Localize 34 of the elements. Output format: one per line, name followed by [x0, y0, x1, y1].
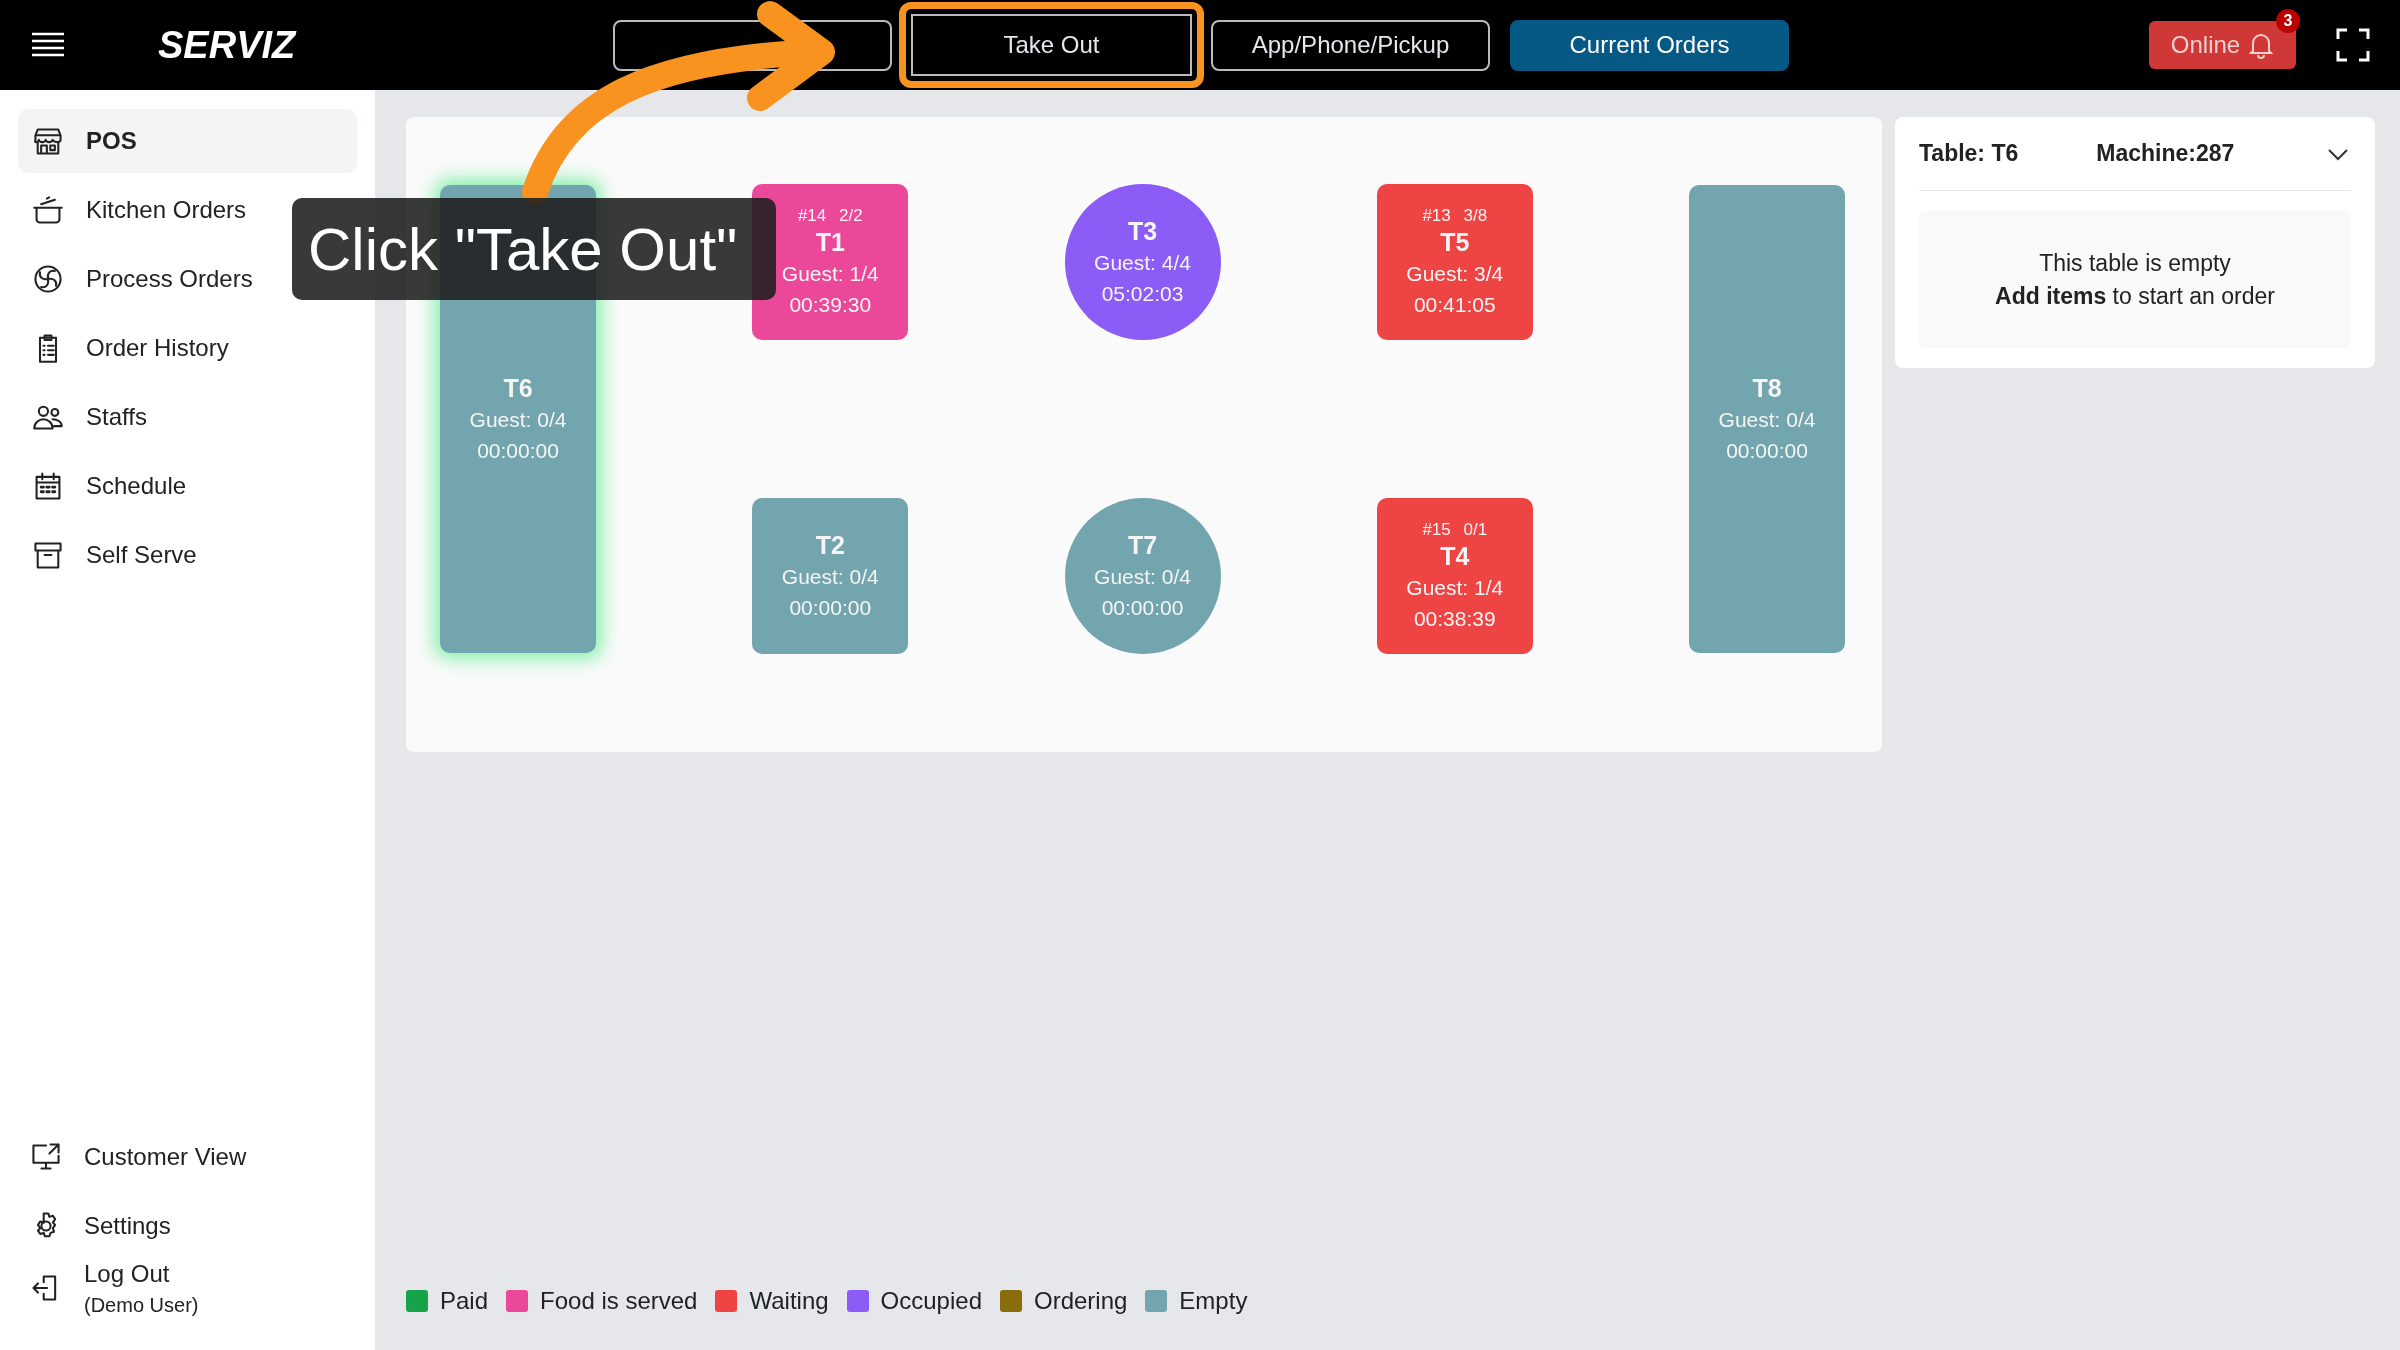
legend-label: Waiting [749, 1287, 829, 1315]
app-logo: SERVIZ [158, 23, 296, 67]
legend-label: Empty [1179, 1287, 1248, 1315]
sidebar-item[interactable]: Customer View [18, 1122, 357, 1191]
menu-icon[interactable] [30, 31, 66, 59]
machine-label: Machine:287 [2096, 140, 2235, 167]
sidebar-item[interactable]: Staffs [18, 385, 357, 449]
fullscreen-icon[interactable] [2336, 28, 2370, 62]
logout-label: Log Out [84, 1260, 171, 1288]
sidebar-item[interactable]: POS [18, 109, 357, 173]
order-type-button[interactable]: Current Orders [1510, 19, 1789, 71]
sidebar-item[interactable]: Schedule [18, 454, 357, 518]
pot-icon [32, 194, 64, 226]
order-type-button[interactable]: Take Out [899, 2, 1204, 88]
table-card[interactable]: #13 3/8 T5 Guest: 3/4 00:41:05 [1376, 184, 1533, 340]
fan-icon [32, 263, 64, 295]
legend-label: Food is served [540, 1287, 698, 1315]
legend-label: Ordering [1034, 1287, 1128, 1315]
tutorial-tooltip: Click "Take Out" [292, 198, 776, 300]
sidebar-item[interactable]: Log Out (Demo User) [18, 1260, 357, 1350]
table-card[interactable]: #15 0/1 T4 Guest: 1/4 00:38:39 [1376, 498, 1533, 654]
empty-hint: Add items to start an order [1995, 282, 2275, 310]
table-card[interactable]: T3 Guest: 4/4 05:02:03 [1064, 184, 1221, 340]
sidebar-item[interactable]: Order History [18, 316, 357, 380]
legend-label: Paid [440, 1287, 489, 1315]
bell-icon [2248, 31, 2275, 59]
order-type-button[interactable]: App/Phone/Pickup [1211, 19, 1490, 71]
sidebar-item[interactable]: Settings [18, 1191, 357, 1260]
notification-badge: 3 [2276, 9, 2300, 33]
user-note: (Demo User) [84, 1294, 199, 1317]
sidebar-item[interactable]: Self Serve [18, 523, 357, 587]
legend-label: Occupied [880, 1287, 982, 1315]
empty-message: This table is empty [2039, 249, 2231, 277]
table-label: Table: T6 [1919, 140, 2019, 167]
